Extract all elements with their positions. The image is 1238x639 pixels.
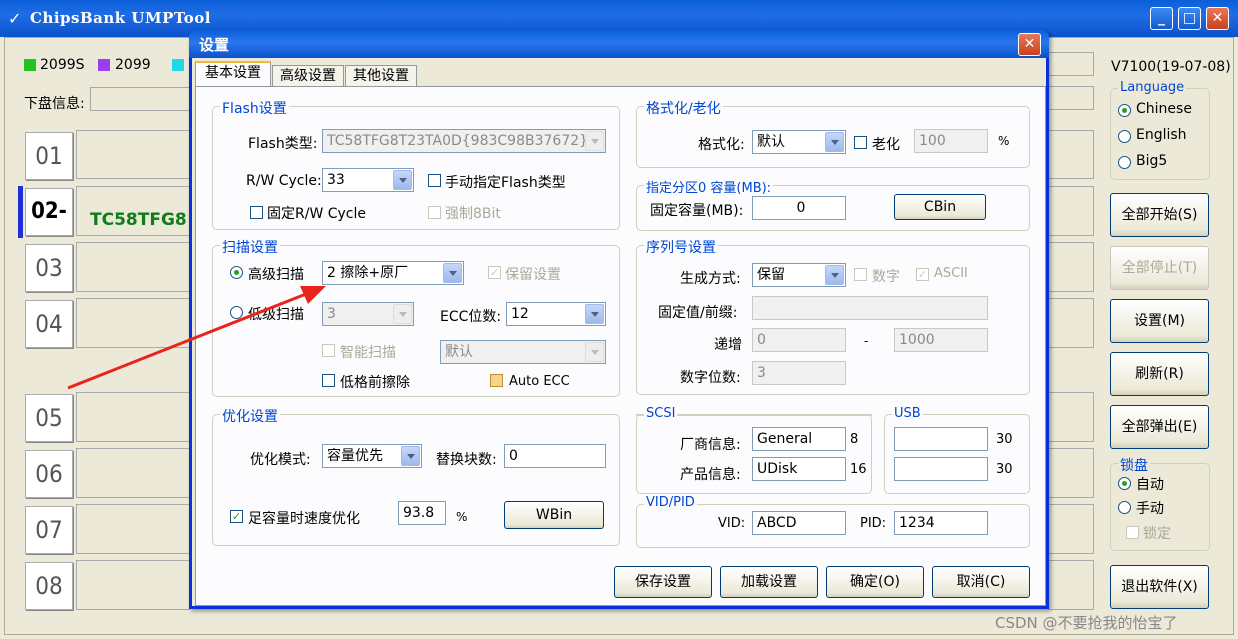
- red-arrow-annotation: [67, 286, 326, 390]
- watermark: CSDN @不要抢我的怡宝了: [995, 614, 1178, 632]
